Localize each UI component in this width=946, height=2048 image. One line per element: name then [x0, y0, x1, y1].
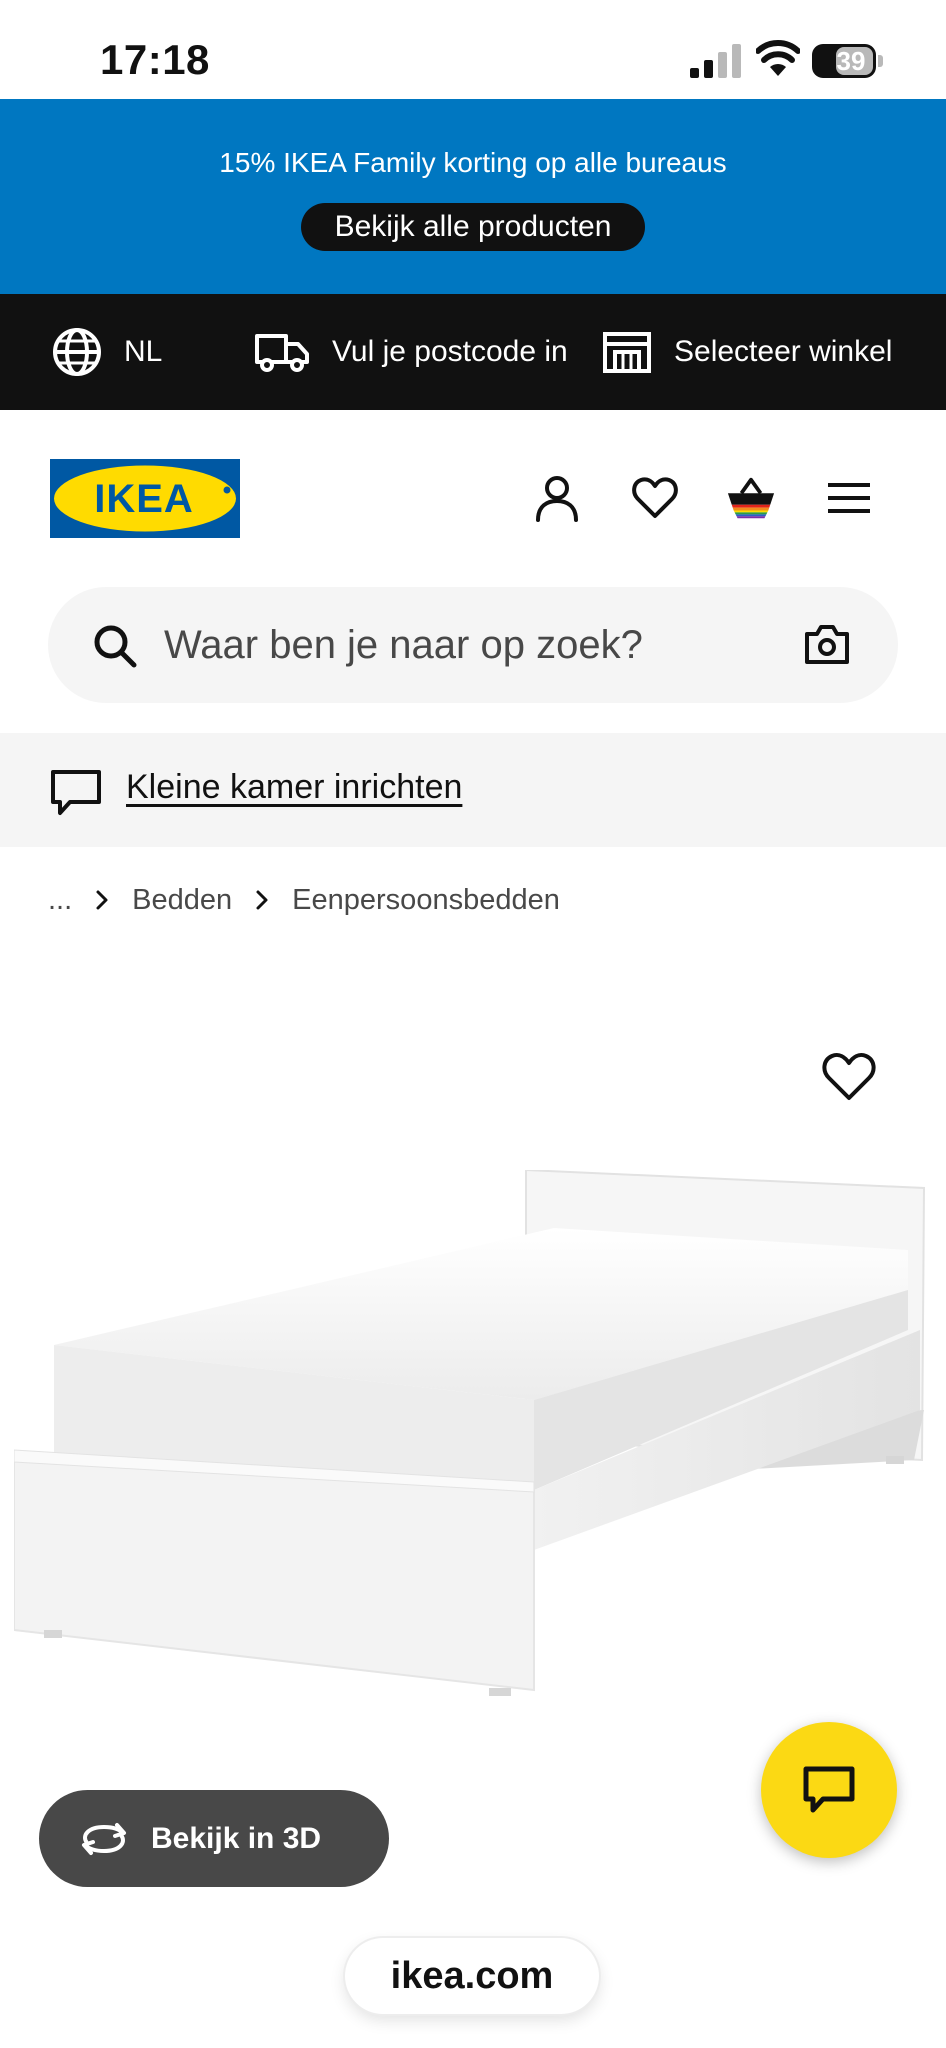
breadcrumb-item[interactable]: Eenpersoonsbedden: [292, 884, 560, 917]
product-image[interactable]: [14, 1170, 934, 1730]
inspiration-link[interactable]: Kleine kamer inrichten: [126, 768, 462, 807]
browser-url-bar[interactable]: ikea.com: [345, 1938, 599, 2014]
speech-bubble-icon: [51, 770, 101, 815]
menu-button[interactable]: [824, 473, 874, 523]
rotate-3d-icon: [82, 1822, 126, 1855]
promo-banner: 15% IKEA Family korting op alle bureaus …: [0, 99, 946, 294]
breadcrumb: ... Bedden Eenpersoonsbedden: [48, 880, 578, 920]
search-input[interactable]: [164, 615, 814, 675]
chat-icon: [803, 1766, 855, 1813]
utility-bar: NL Vul je postcode in Selecteer winkel: [0, 294, 946, 410]
inspiration-strip: Kleine kamer inrichten: [0, 733, 946, 847]
delivery-truck-icon: [255, 334, 309, 372]
heart-icon: [632, 477, 678, 518]
camera-icon[interactable]: [804, 623, 850, 665]
breadcrumb-item[interactable]: Bedden: [132, 884, 232, 917]
store-label: Selecteer winkel: [674, 335, 893, 368]
wifi-icon: [756, 40, 800, 76]
favourites-button[interactable]: [630, 473, 680, 523]
ikea-logo[interactable]: IKEA: [50, 459, 240, 538]
promo-text: 15% IKEA Family korting op alle bureaus: [219, 147, 727, 178]
menu-icon: [828, 483, 870, 513]
postcode-label: Vul je postcode in: [332, 335, 568, 368]
globe-icon: [53, 328, 101, 376]
basket-icon: [727, 477, 775, 519]
heart-icon[interactable]: [822, 1052, 876, 1102]
battery-icon: 39: [812, 44, 884, 78]
status-bar: 17:18 39: [0, 0, 946, 99]
store-icon: [603, 332, 651, 373]
view-in-3d-button[interactable]: Bekijk in 3D: [39, 1790, 389, 1887]
search-icon: [94, 625, 137, 668]
language-label: NL: [124, 335, 163, 368]
battery-level: 39: [836, 46, 866, 76]
chat-button[interactable]: [761, 1722, 897, 1858]
chevron-right-icon: [256, 890, 268, 910]
breadcrumb-ellipsis[interactable]: ...: [48, 884, 72, 917]
site-header: IKEA: [0, 410, 946, 580]
search-bar: [48, 587, 898, 703]
url-text: ikea.com: [390, 1954, 554, 1997]
cellular-signal-icon: [690, 44, 741, 78]
user-icon: [536, 476, 578, 522]
postcode-selector[interactable]: Vul je postcode in: [254, 294, 568, 410]
page: 17:18 39 15% IKEA Family korting op alle…: [0, 0, 946, 2048]
view-in-3d-label: Bekijk in 3D: [151, 1821, 322, 1855]
language-selector[interactable]: NL: [52, 294, 162, 410]
store-selector[interactable]: Selecteer winkel: [602, 294, 892, 410]
account-button[interactable]: [532, 473, 582, 523]
chevron-right-icon: [96, 890, 108, 910]
status-time: 17:18: [100, 36, 210, 83]
basket-button[interactable]: [726, 473, 776, 523]
logo-text: IKEA: [94, 477, 194, 521]
promo-view-all-button[interactable]: Bekijk alle producten: [301, 203, 645, 251]
